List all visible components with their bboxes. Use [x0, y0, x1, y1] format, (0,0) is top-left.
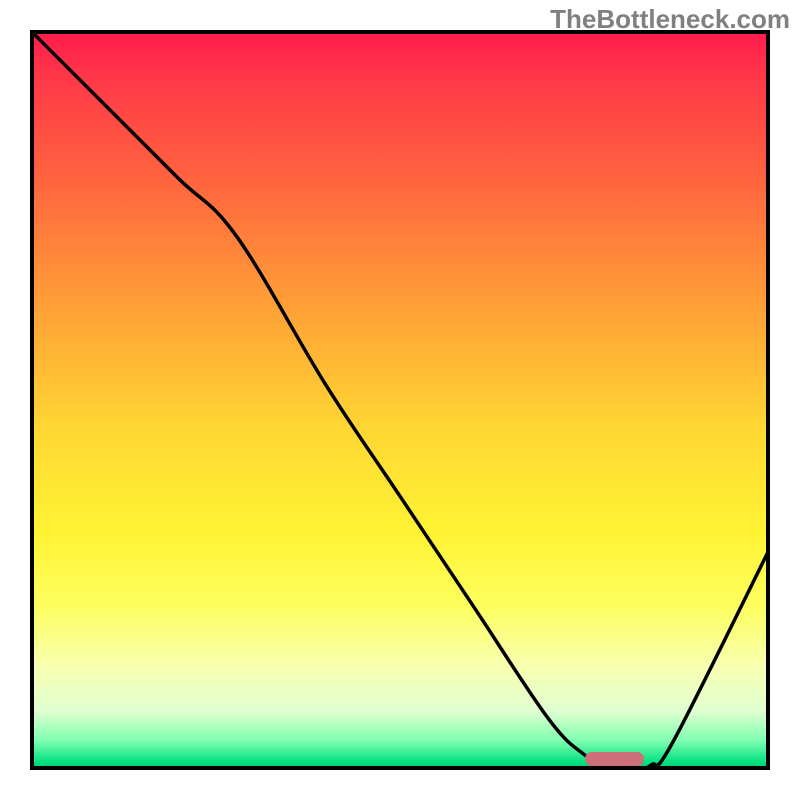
curve-path: [30, 30, 770, 768]
chart-canvas: TheBottleneck.com: [0, 0, 800, 800]
plot-area: [30, 30, 770, 770]
watermark-text: TheBottleneck.com: [550, 4, 790, 35]
curve-svg: [30, 30, 770, 770]
optimum-marker: [585, 752, 644, 766]
